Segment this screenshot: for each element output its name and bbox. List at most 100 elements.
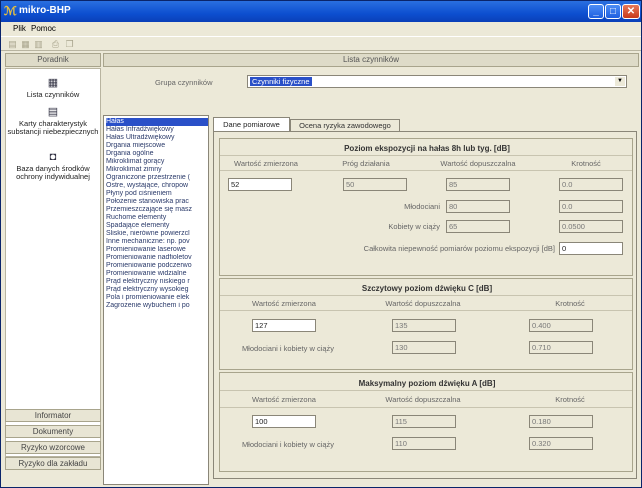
divider [220,390,632,391]
toolbar: ▤ ▦ ▥ ⎙ ❐ [1,36,641,51]
save-icon[interactable]: ▦ [20,39,31,49]
measurement-panel: Poziom ekspozycji na hałas 8h lub tyg. [… [213,131,637,479]
database-icon[interactable]: ◘ [46,151,60,163]
group-label: Grupa czynników [155,78,213,87]
factor-item[interactable]: Ograniczone przestrzenie ( [106,174,208,182]
main-content: Lista czynników Grupa czynników Czynniki… [103,53,639,485]
factor-item[interactable]: Inne mechaniczne: np. pov [106,238,208,246]
sidebar-button-informator[interactable]: Informator [5,409,101,422]
sidebar-button-ryzyko-zaklad[interactable]: Ryzyko dla zakładu [5,457,101,470]
factor-item[interactable]: Promieniowanie nadfioletov [106,254,208,262]
factor-item[interactable]: Promieniowanie laserowe [106,246,208,254]
factor-item[interactable]: Drgania miejscowe [106,142,208,150]
factor-item[interactable]: Drgania ogólne [106,150,208,158]
section-title: Szczytowy poziom dźwięku C [dB] [361,284,493,293]
peak-measured-input[interactable]: 127 [252,319,316,332]
card-icon[interactable]: ▤ [46,106,60,118]
pregnant-allowed-field: 65 [446,220,510,233]
app-logo-icon: ℳ [4,4,17,18]
factor-item[interactable]: Prąd elektryczny wysokieg [106,286,208,294]
close-icon[interactable]: ✕ [622,4,640,19]
content-header: Lista czynników [103,53,639,67]
factor-item[interactable]: Zagrożenie wybuchem i po [106,302,208,310]
row-label: Młodociani i kobiety w ciąży [241,344,335,353]
section-exposure: Poziom ekspozycji na hałas 8h lub tyg. [… [219,138,633,276]
peak-multiple-field: 0.400 [529,319,593,332]
factor-list[interactable]: Hałas Hałas Infradźwiękowy Hałas Ultradź… [103,115,209,485]
column-header: Wartość zmierzona [234,159,298,168]
title-bar: ℳ mikro-BHP _ □ ✕ [1,1,641,22]
menu-plik[interactable]: Plik [13,24,26,33]
sidebar-button-dokumenty[interactable]: Dokumenty [5,425,101,438]
threshold-field: 50 [343,178,407,191]
factor-item[interactable]: Śliskie, nierówne powierzcl [106,230,208,238]
row-label: Młodociani i kobiety w ciąży [241,440,335,449]
section-peak-level: Szczytowy poziom dźwięku C [dB] Wartość … [219,278,633,370]
column-header: Wartość dopuszczalna [385,299,461,308]
factor-item[interactable]: Mikroklimat gorący [106,158,208,166]
sidebar-button-ryzyko-wzorcowe[interactable]: Ryzyko wzorcowe [5,441,101,454]
max-multiple-field: 0.180 [529,415,593,428]
factor-item[interactable]: Prąd elektryczny niskiego r [106,278,208,286]
menu-pomoc[interactable]: Pomoc [31,24,56,33]
factor-item[interactable]: Spadające elementy [106,222,208,230]
uncertainty-label: Całkowita niepewność pomiarów poziomu ek… [363,244,555,253]
column-header: Wartość dopuszczalna [385,395,461,404]
divider [220,295,632,296]
minimize-icon[interactable]: _ [588,4,604,19]
column-header: Próg działania [342,159,390,168]
divider [220,310,632,311]
max-row-multiple-field: 0.320 [529,437,593,450]
group-select-value: Czynniki fizyczne [250,77,312,86]
factor-item[interactable]: Mikroklimat zimny [106,166,208,174]
factor-item[interactable]: Ostre, wystające, chropow [106,182,208,190]
allowed-field: 85 [446,178,510,191]
sidebar-item-lista[interactable]: Lista czynników [6,91,100,99]
factor-item[interactable]: Przemieszczające się masz [106,206,208,214]
group-select[interactable]: Czynniki fizyczne ▼ [247,75,627,88]
young-allowed-field: 80 [446,200,510,213]
column-header: Krotność [571,159,601,168]
chevron-down-icon[interactable]: ▼ [615,77,625,86]
factor-item[interactable]: Hałas Infradźwiękowy [106,126,208,134]
factor-item[interactable]: Hałas Ultradźwiękowy [106,134,208,142]
column-header: Wartość zmierzona [252,299,316,308]
max-allowed-field: 115 [392,415,456,428]
delete-icon[interactable]: ▥ [33,39,44,49]
young-label: Młodociani [404,202,440,211]
peak-row-allowed-field: 130 [392,341,456,354]
column-header: Wartość dopuszczalna [440,159,516,168]
sidebar: Poradnik ▦ Lista czynników ▤ Karty chara… [5,53,101,485]
factor-item[interactable]: Płyny pod ciśnieniem [106,190,208,198]
factor-item[interactable]: Ruchome elementy [106,214,208,222]
sidebar-panel: ▦ Lista czynników ▤ Karty charakterystyk… [5,68,101,457]
peak-allowed-field: 135 [392,319,456,332]
new-icon[interactable]: ▤ [7,39,18,49]
print-icon[interactable]: ⎙ [50,39,61,49]
max-measured-input[interactable]: 100 [252,415,316,428]
divider [220,155,632,156]
sidebar-header[interactable]: Poradnik [5,53,101,67]
app-window: ℳ mikro-BHP _ □ ✕ Plik Pomoc ▤ ▦ ▥ ⎙ ❐ P… [0,0,642,488]
maximize-icon[interactable]: □ [605,4,621,19]
copy-icon[interactable]: ❐ [64,39,75,49]
tab-ocena-ryzyka[interactable]: Ocena ryzyka zawodowego [290,119,400,131]
sidebar-item-karty[interactable]: Karty charakterystyk substancji niebezpi… [6,120,100,136]
measured-input[interactable]: 52 [228,178,292,191]
menu-bar: Plik Pomoc [1,22,641,36]
factor-item[interactable]: Położenie stanowiska prac [106,198,208,206]
sidebar-item-baza[interactable]: Baza danych środków ochrony indywidualne… [6,165,100,181]
pregnant-label: Kobiety w ciąży [388,222,440,231]
divider [220,407,632,408]
young-multiple-field: 0.0 [559,200,623,213]
factor-item[interactable]: Hałas [106,118,208,126]
column-header: Krotność [555,299,585,308]
uncertainty-input[interactable]: 0 [559,242,623,255]
section-max-level: Maksymalny poziom dźwięku A [dB] Wartość… [219,372,633,472]
list-icon[interactable]: ▦ [46,77,60,89]
factor-item[interactable]: Pola i promieniowanie elek [106,294,208,302]
factor-item[interactable]: Promieniowanie podczerwo [106,262,208,270]
tab-dane-pomiarowe[interactable]: Dane pomiarowe [213,117,290,131]
factor-item[interactable]: Promieniowanie widzialne [106,270,208,278]
window-title: mikro-BHP [19,5,71,16]
